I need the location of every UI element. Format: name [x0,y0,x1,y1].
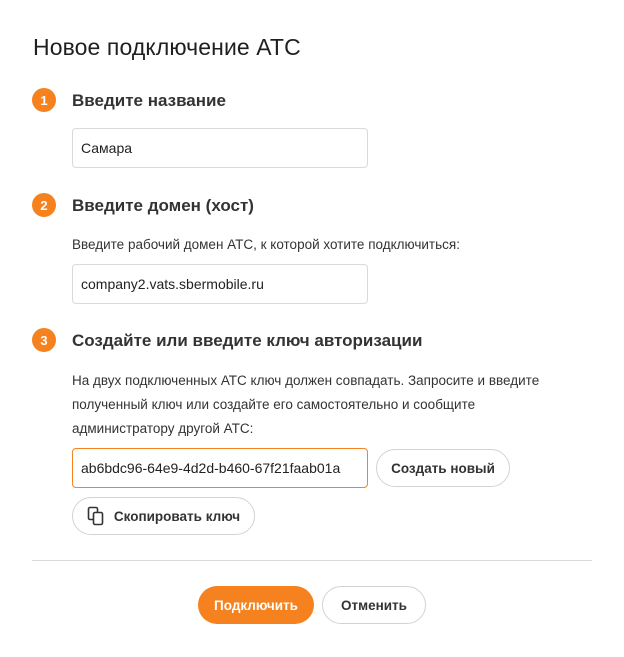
step-2-badge: 2 [32,193,56,217]
step-3-badge: 3 [32,328,56,352]
cancel-button[interactable]: Отменить [322,586,426,624]
step-2-title: Введите домен (хост) [72,196,254,215]
connect-button[interactable]: Подключить [198,586,314,624]
key-hint: На двух подключенных АТС ключ должен сов… [72,369,572,441]
create-new-key-button[interactable]: Создать новый [376,449,510,487]
auth-key-input[interactable] [72,448,368,488]
step-3-title: Создайте или введите ключ авторизации [72,331,423,350]
step-1-title: Введите название [72,91,226,110]
key-hint-line: На двух подключенных АТС ключ должен сов… [72,373,540,388]
domain-input[interactable] [72,264,368,304]
key-hint-line: полученный ключ или создайте его самосто… [72,397,476,412]
copy-key-label: Скопировать ключ [113,508,241,524]
step-1-badge: 1 [32,88,56,112]
domain-hint: Введите рабочий домен АТС, к которой хот… [72,237,460,252]
page-title: Новое подключение АТС [33,34,301,60]
name-input[interactable] [72,128,368,168]
copy-icon [87,506,105,526]
footer-divider [32,560,592,561]
copy-key-button[interactable]: Скопировать ключ [72,497,255,535]
connection-dialog: Новое подключение АТС 1 Введите название… [0,0,624,657]
key-hint-line: администратору другой АТС: [72,421,254,436]
